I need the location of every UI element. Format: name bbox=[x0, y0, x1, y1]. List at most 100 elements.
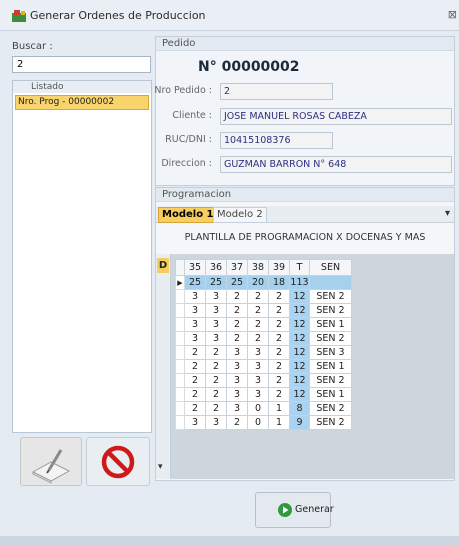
col-header[interactable]: SEN bbox=[309, 259, 352, 276]
grid-cell[interactable]: 2 bbox=[205, 401, 227, 416]
grid-cell[interactable]: 12 bbox=[289, 331, 310, 346]
grid-cell[interactable]: 3 bbox=[205, 317, 227, 332]
grid-cell[interactable]: 12 bbox=[289, 289, 310, 304]
d-header[interactable]: D bbox=[157, 258, 169, 273]
cancel-button[interactable] bbox=[86, 437, 150, 486]
grid-cell[interactable]: 12 bbox=[289, 387, 310, 402]
grid-cell[interactable]: 3 bbox=[247, 345, 269, 360]
grid-cell[interactable]: 2 bbox=[226, 415, 248, 430]
grid-cell[interactable]: 3 bbox=[247, 359, 269, 374]
grid-cell[interactable]: 12 bbox=[289, 359, 310, 374]
col-header[interactable]: T bbox=[289, 259, 310, 276]
row-indicator[interactable] bbox=[175, 401, 185, 416]
grid-cell[interactable]: 3 bbox=[205, 289, 227, 304]
table-row[interactable]: 3 3 2 2 2 12 SEN 2 bbox=[175, 289, 352, 304]
grid-cell[interactable]: 2 bbox=[205, 387, 227, 402]
table-row[interactable]: 2 2 3 0 1 8 SEN 2 bbox=[175, 401, 352, 416]
grid-cell[interactable]: 2 bbox=[268, 303, 290, 318]
grid-cell[interactable]: SEN 2 bbox=[309, 415, 352, 430]
data-grid[interactable]: 35 36 37 38 39 T SEN ▶ 25 25 25 20 18 11… bbox=[175, 259, 352, 430]
close-icon[interactable]: ⊠ bbox=[448, 8, 457, 21]
grid-cell[interactable]: 3 bbox=[226, 401, 248, 416]
tab-menu-icon[interactable]: ▾ bbox=[445, 208, 450, 219]
nro-pedido-field[interactable]: 2 bbox=[220, 83, 333, 100]
generate-button[interactable]: Generar bbox=[255, 492, 334, 528]
grid-cell[interactable]: 2 bbox=[247, 331, 269, 346]
grid-cell[interactable]: SEN 3 bbox=[309, 345, 352, 360]
grid-menu-icon[interactable]: ▾ bbox=[158, 462, 163, 472]
col-header[interactable]: 35 bbox=[184, 259, 206, 276]
table-row[interactable]: 3 3 2 2 2 12 SEN 2 bbox=[175, 331, 352, 346]
grid-cell[interactable]: 3 bbox=[184, 331, 206, 346]
grid-cell[interactable]: 3 bbox=[226, 387, 248, 402]
col-header[interactable]: 36 bbox=[205, 259, 227, 276]
grid-cell[interactable]: 3 bbox=[184, 303, 206, 318]
grid-cell[interactable]: SEN 2 bbox=[309, 289, 352, 304]
grid-cell[interactable]: 2 bbox=[184, 345, 206, 360]
grid-cell[interactable]: 2 bbox=[226, 289, 248, 304]
row-indicator[interactable] bbox=[175, 303, 185, 318]
grid-cell[interactable]: 2 bbox=[184, 359, 206, 374]
total-row[interactable]: ▶ 25 25 25 20 18 113 bbox=[175, 275, 352, 290]
grid-cell[interactable]: SEN 2 bbox=[309, 373, 352, 388]
ruc-field[interactable]: 10415108376 bbox=[220, 132, 333, 149]
grid-cell[interactable]: 1 bbox=[268, 401, 290, 416]
grid-cell[interactable]: 3 bbox=[247, 373, 269, 388]
grid-cell[interactable]: 0 bbox=[247, 415, 269, 430]
row-indicator[interactable] bbox=[175, 331, 185, 346]
grid-cell[interactable]: 113 bbox=[289, 275, 310, 290]
grid-cell[interactable]: 0 bbox=[247, 401, 269, 416]
grid-cell[interactable]: SEN 2 bbox=[309, 303, 352, 318]
tab-modelo-1[interactable]: Modelo 1 bbox=[158, 207, 218, 223]
row-indicator[interactable] bbox=[175, 317, 185, 332]
grid-cell[interactable]: 12 bbox=[289, 303, 310, 318]
col-header[interactable]: 39 bbox=[268, 259, 290, 276]
row-indicator[interactable] bbox=[175, 373, 185, 388]
grid-cell[interactable]: SEN 1 bbox=[309, 359, 352, 374]
grid-cell[interactable]: 3 bbox=[226, 373, 248, 388]
grid-cell[interactable]: 3 bbox=[247, 387, 269, 402]
grid-cell[interactable]: 2 bbox=[205, 345, 227, 360]
grid-cell[interactable] bbox=[309, 275, 352, 290]
grid-cell[interactable]: 2 bbox=[226, 317, 248, 332]
grid-cell[interactable]: 3 bbox=[184, 317, 206, 332]
grid-cell[interactable]: 1 bbox=[268, 415, 290, 430]
grid-cell[interactable]: 3 bbox=[226, 345, 248, 360]
grid-cell[interactable]: SEN 1 bbox=[309, 317, 352, 332]
grid-cell[interactable]: 2 bbox=[247, 317, 269, 332]
edit-button[interactable] bbox=[20, 437, 82, 486]
grid-cell[interactable]: SEN 1 bbox=[309, 387, 352, 402]
grid-cell[interactable]: 2 bbox=[268, 317, 290, 332]
grid-cell[interactable]: 2 bbox=[226, 331, 248, 346]
grid-cell[interactable]: 25 bbox=[184, 275, 206, 290]
grid-cell[interactable]: 3 bbox=[205, 331, 227, 346]
row-indicator[interactable] bbox=[175, 387, 185, 402]
grid-cell[interactable]: 2 bbox=[205, 359, 227, 374]
grid-cell[interactable]: 25 bbox=[205, 275, 227, 290]
grid-cell[interactable]: 9 bbox=[289, 415, 310, 430]
table-row[interactable]: 3 3 2 2 2 12 SEN 2 bbox=[175, 303, 352, 318]
grid-cell[interactable]: SEN 2 bbox=[309, 401, 352, 416]
list-item[interactable]: Nro. Prog - 00000002 bbox=[15, 95, 149, 110]
grid-cell[interactable]: 2 bbox=[247, 289, 269, 304]
row-indicator[interactable] bbox=[175, 345, 185, 360]
col-header[interactable]: 37 bbox=[226, 259, 248, 276]
grid-cell[interactable]: 2 bbox=[268, 289, 290, 304]
grid-cell[interactable]: 2 bbox=[268, 359, 290, 374]
grid-cell[interactable]: 3 bbox=[205, 415, 227, 430]
grid-cell[interactable]: 3 bbox=[205, 303, 227, 318]
row-indicator[interactable] bbox=[175, 289, 185, 304]
grid-cell[interactable]: 25 bbox=[226, 275, 248, 290]
grid-cell[interactable]: 2 bbox=[184, 401, 206, 416]
table-row[interactable]: 2 2 3 3 2 12 SEN 3 bbox=[175, 345, 352, 360]
grid-cell[interactable]: 3 bbox=[184, 415, 206, 430]
table-row[interactable]: 2 2 3 3 2 12 SEN 2 bbox=[175, 373, 352, 388]
grid-cell[interactable]: 12 bbox=[289, 373, 310, 388]
grid-cell[interactable]: 2 bbox=[247, 303, 269, 318]
grid-cell[interactable]: 8 bbox=[289, 401, 310, 416]
grid-cell[interactable]: 3 bbox=[184, 289, 206, 304]
search-input[interactable]: 2 bbox=[12, 56, 151, 73]
grid-cell[interactable]: 2 bbox=[268, 331, 290, 346]
grid-cell[interactable]: 2 bbox=[184, 373, 206, 388]
cliente-field[interactable]: JOSE MANUEL ROSAS CABEZA bbox=[220, 108, 452, 125]
